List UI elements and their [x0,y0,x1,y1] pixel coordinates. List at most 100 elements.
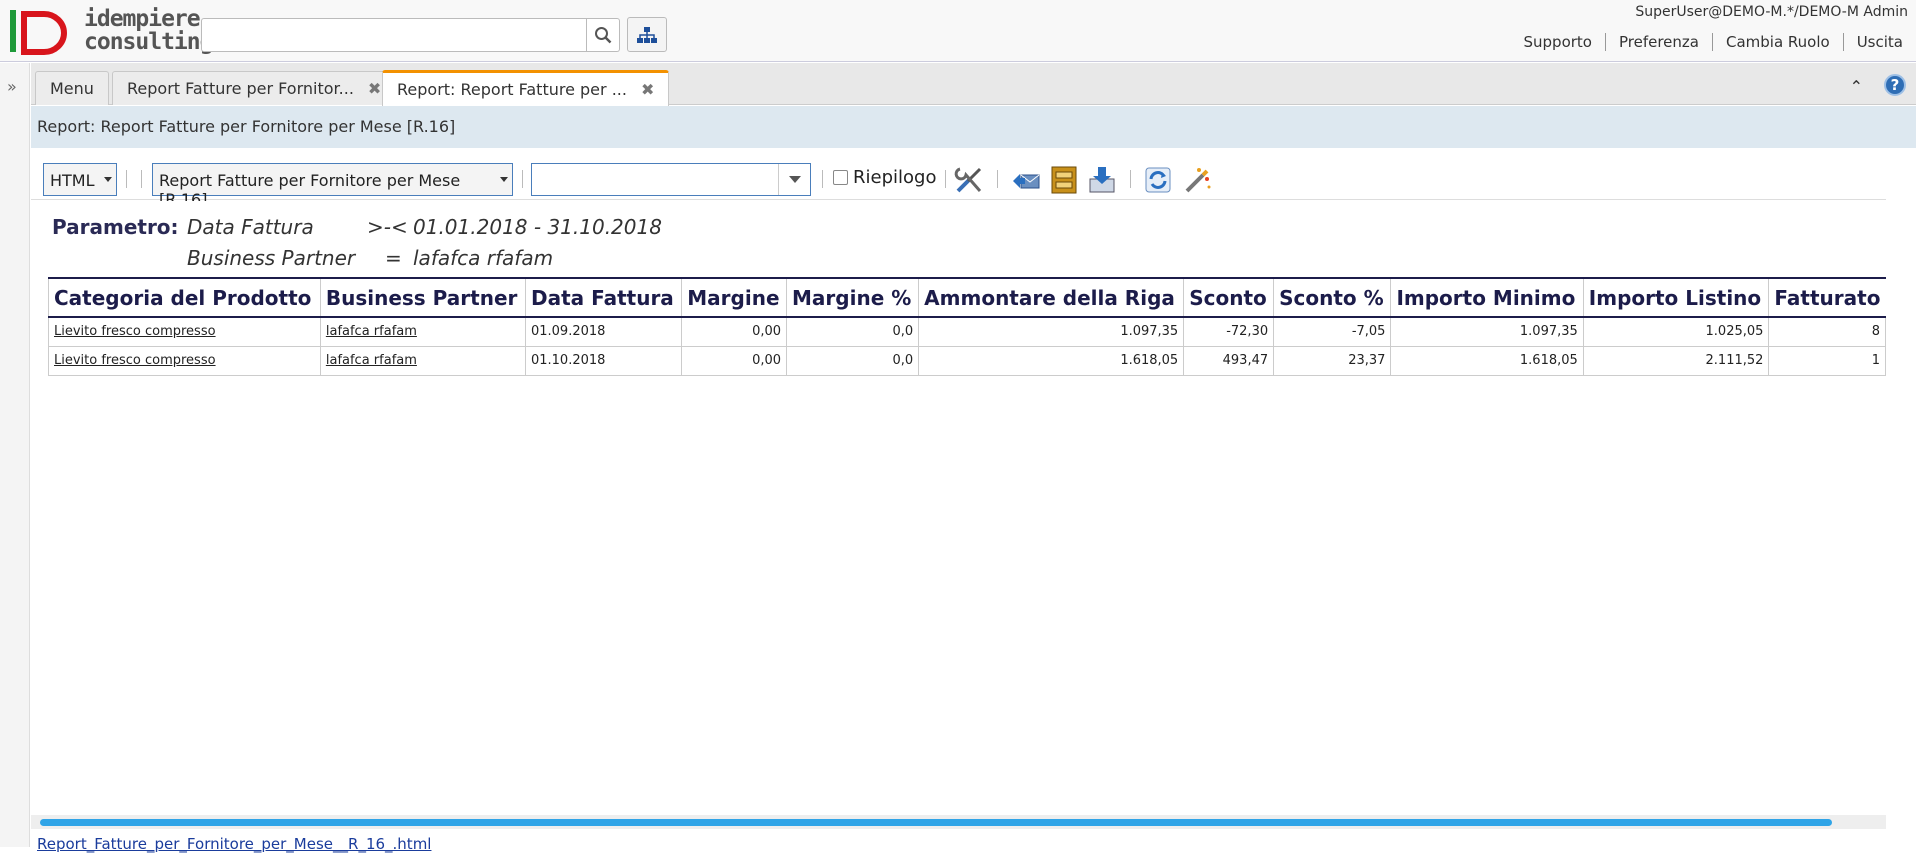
send-mail-icon[interactable] [1011,165,1041,195]
expand-panel-icon[interactable]: » [7,77,17,96]
report-view-select[interactable]: Report Fatture per Fornitore per Mese [R… [152,163,513,196]
horizontal-scrollbar[interactable] [31,815,1886,829]
column-header: Margine [682,278,787,317]
table-cell: 01.09.2018 [525,317,681,346]
param-value: lafafca rfafam [413,246,553,270]
table-cell: 1.097,35 [919,317,1184,346]
west-panel: » [0,63,30,847]
param-value: 01.01.2018 - 31.10.2018 [413,215,662,239]
table-row: Lievito fresco compresso lafafca rfafam … [49,346,1886,375]
app-header: idempiere consulting SuperUser@DEMO-M.*/… [0,0,1916,62]
customize-tools-icon[interactable] [954,165,984,195]
sitemap-icon [637,27,657,43]
summary-checkbox[interactable] [833,170,848,185]
separator [126,170,127,188]
table-cell: 0,00 [682,346,787,375]
separator [141,170,142,188]
export-icon[interactable] [1087,165,1117,195]
table-cell: 0,0 [787,317,919,346]
refresh-icon[interactable] [1143,165,1173,195]
table-cell: 23,37 [1274,346,1391,375]
report-table: Categoria del Prodotto Business Partner … [48,277,1886,376]
param-operator: = [385,246,402,270]
tab-report-output[interactable]: Report: Report Fatture per ... ✖ [382,70,669,106]
column-header: Business Partner [320,278,525,317]
separator [997,170,998,188]
search-button[interactable] [587,18,620,52]
tab-bar: Menu Report Fatture per Fornitor... ✖ Re… [31,63,1916,105]
user-info: SuperUser@DEMO-M.*/DEMO-M Admin [1635,4,1908,20]
column-header: Importo Listino [1583,278,1769,317]
format-select-value: HTML [50,171,95,190]
business-partner-link[interactable]: lafafca rfafam [320,317,525,346]
chevron-down-icon [104,177,112,182]
product-category-link[interactable]: Lievito fresco compresso [49,346,321,375]
separator [522,170,523,188]
print-format-combo[interactable] [531,163,811,196]
table-header-row: Categoria del Prodotto Business Partner … [49,278,1886,317]
table-cell: 0,00 [682,317,787,346]
table-cell: 1.025,05 [1583,317,1769,346]
separator [1130,170,1131,188]
param-name: Business Partner [187,246,355,270]
close-icon[interactable]: ✖ [641,80,654,99]
download-report-link[interactable]: Report_Fatture_per_Fornitore_per_Mese__R… [37,835,431,853]
product-category-link[interactable]: Lievito fresco compresso [49,317,321,346]
link-uscita[interactable]: Uscita [1843,33,1916,51]
table-cell: 493,47 [1184,346,1274,375]
tab-report-window[interactable]: Report Fatture per Fornitor... ✖ [112,71,396,105]
column-header: Categoria del Prodotto [49,278,321,317]
company-logo[interactable]: idempiere consulting [10,8,200,56]
idempiere-logo-icon [10,10,74,56]
param-name: Data Fattura [187,215,314,239]
collapse-header-icon[interactable]: ⌃ [1850,77,1863,96]
table-cell: 1.618,05 [1391,346,1583,375]
chevron-down-icon [500,177,508,182]
column-header: Fatturato [1769,278,1886,317]
link-supporto[interactable]: Supporto [1511,33,1605,51]
separator [945,170,946,188]
column-header: Importo Minimo [1391,278,1583,317]
report-toolbar: HTML Report Fatture per Fornitore per Me… [31,148,1886,200]
chevron-down-icon [789,176,801,184]
table-cell: 1.097,35 [1391,317,1583,346]
wizard-icon[interactable] [1183,165,1213,195]
logo-text: idempiere consulting [84,8,212,54]
tab-label: Report: Report Fatture per ... [397,80,627,99]
link-preferenza[interactable]: Preferenza [1605,33,1712,51]
table-cell: 1 [1769,346,1886,375]
scrollbar-thumb[interactable] [40,819,1832,826]
window-title: Report: Report Fatture per Fornitore per… [31,106,1916,148]
link-cambia-ruolo[interactable]: Cambia Ruolo [1712,33,1843,51]
archive-icon[interactable] [1049,165,1079,195]
column-header: Sconto [1184,278,1274,317]
tab-label: Report Fatture per Fornitor... [127,79,354,98]
column-header: Data Fattura [525,278,681,317]
search-icon [594,26,612,44]
param-heading: Parametro: [52,215,179,239]
column-header: Ammontare della Riga [919,278,1184,317]
table-cell: 0,0 [787,346,919,375]
table-cell: -7,05 [1274,317,1391,346]
table-cell: 1.618,05 [919,346,1184,375]
combo-dropdown-button[interactable] [778,164,810,195]
menu-tree-button[interactable] [627,17,667,52]
format-select[interactable]: HTML [43,163,117,196]
global-search-input[interactable] [201,18,587,52]
tab-menu[interactable]: Menu [35,71,109,105]
business-partner-link[interactable]: lafafca rfafam [320,346,525,375]
table-cell: 01.10.2018 [525,346,681,375]
column-header: Sconto % [1274,278,1391,317]
top-links: Supporto Preferenza Cambia Ruolo Uscita [1511,33,1916,51]
close-icon[interactable]: ✖ [368,79,381,98]
tab-label: Menu [50,79,94,98]
separator [822,170,823,188]
table-cell: -72,30 [1184,317,1274,346]
summary-label: Riepilogo [853,167,936,188]
param-operator: >-< [367,215,408,239]
table-cell: 2.111,52 [1583,346,1769,375]
help-icon[interactable]: ? [1884,74,1906,96]
column-header: Margine % [787,278,919,317]
table-cell: 8 [1769,317,1886,346]
report-output: Parametro: Data Fattura >-< 01.01.2018 -… [31,201,1886,811]
